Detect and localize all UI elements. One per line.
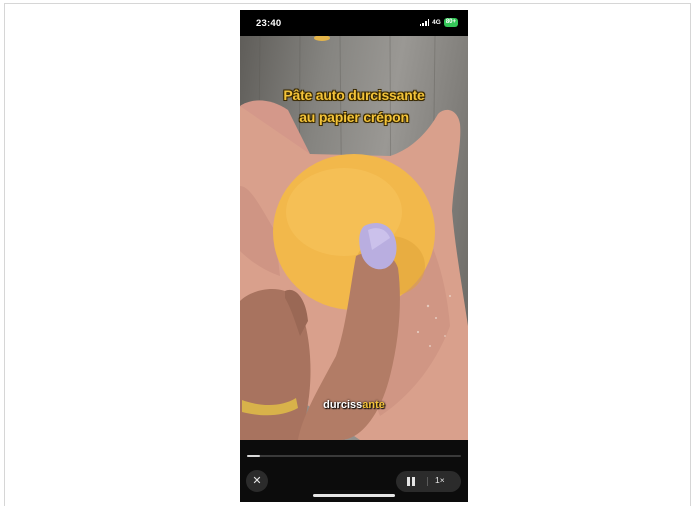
battery-icon: 80+ [443,18,458,27]
progress-bar[interactable] [247,455,461,457]
video-title-line-1: Pâte auto durcissante [283,87,425,103]
video-title-line-2: au papier crépon [299,109,409,125]
caption-text-highlight: ante [362,399,385,411]
speed-button[interactable]: 1× [435,475,445,485]
phone-screen: 23:40 4G 80+ Pâte auto durcissante au pa… [240,10,468,502]
caption-text-white: durciss [323,399,363,411]
status-time: 23:40 [256,18,282,29]
signal-icon [419,19,430,26]
playback-controls: 1× [396,471,461,492]
video-caption: durcissante [240,399,468,411]
status-bar: 23:40 4G 80+ [240,10,468,36]
video-player[interactable]: Pâte auto durcissante au papier crépon d… [240,36,468,440]
home-indicator[interactable] [313,494,395,497]
pause-icon-bar-left [407,477,410,486]
status-indicators: 4G 80+ [419,18,458,27]
network-label: 4G [432,19,441,26]
progress-fill [247,455,260,457]
pause-icon-bar-right [412,477,415,486]
close-icon: ✕ [252,475,262,487]
player-controls: ✕ 1× [240,440,468,502]
close-button[interactable]: ✕ [246,470,268,492]
controls-divider [427,477,428,486]
pause-button[interactable] [405,476,419,487]
